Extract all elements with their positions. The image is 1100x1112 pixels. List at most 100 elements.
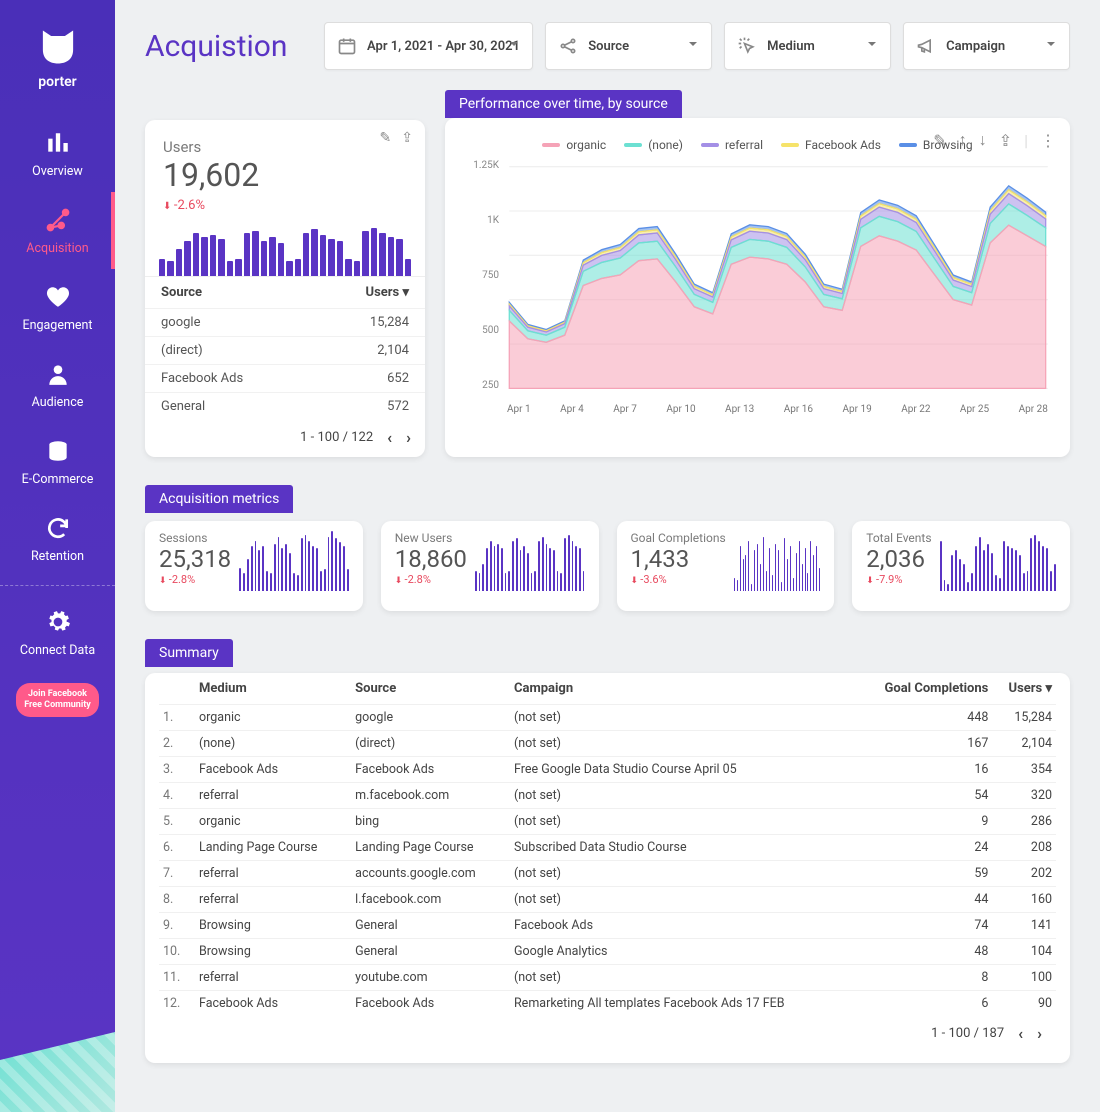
sidebar-item-label: Overview [32, 164, 83, 179]
metric-sparkline [940, 531, 1056, 591]
medium-filter[interactable]: Medium [724, 22, 891, 70]
porter-logo-icon [36, 25, 80, 69]
table-row[interactable]: 4.referralm.facebook.com(not set)54320 [159, 783, 1056, 809]
bars-icon [45, 130, 71, 156]
metric-card: Total Events2,036-7.9% [852, 521, 1070, 611]
users-source-table: Source Users ▾ google15,284(direct)2,104… [145, 276, 425, 457]
source-filter[interactable]: Source [545, 22, 712, 70]
table-row[interactable]: 5.organicbing(not set)9286 [159, 809, 1056, 835]
users-card: ✎ ⇪ Users 19,602 -2.6% Source Users ▾ go… [145, 120, 425, 457]
table-row[interactable]: 11.referralyoutube.com(not set)8100 [159, 965, 1056, 991]
export-icon[interactable]: ⇪ [999, 131, 1012, 150]
table-row[interactable]: 10.BrowsingGeneralGoogle Analytics48104 [159, 939, 1056, 965]
edit-icon[interactable]: ✎ [933, 131, 946, 150]
metric-card: Sessions25,318-2.8% [145, 521, 363, 611]
table-row[interactable]: 9.BrowsingGeneralFacebook Ads74141 [159, 913, 1056, 939]
network-icon [45, 207, 71, 233]
legend-item[interactable]: Facebook Ads [781, 138, 881, 152]
sidebar-item-label: Connect Data [20, 643, 95, 658]
table-row[interactable]: Facebook Ads652 [145, 364, 425, 392]
sidebar-item-audience[interactable]: Audience [0, 346, 115, 423]
col-header[interactable]: Users ▾ [992, 673, 1056, 705]
next-page-icon[interactable]: › [406, 428, 411, 447]
col-header[interactable]: Goal Completions [854, 673, 992, 705]
metric-sparkline [475, 531, 585, 591]
table-row[interactable]: 8.referrall.facebook.com(not set)44160 [159, 887, 1056, 913]
sidebar-divider [0, 585, 115, 586]
table-row[interactable]: 7.referralaccounts.google.com(not set)59… [159, 861, 1056, 887]
metric-card: New Users18,860-2.8% [381, 521, 599, 611]
col-source: Source [161, 285, 202, 300]
sidebar-item-acquisition[interactable]: Acquisition [0, 192, 115, 269]
brand-name: porter [38, 74, 76, 90]
sidebar-item-ecommerce[interactable]: E-Commerce [0, 423, 115, 500]
page-title: Acquistion [145, 29, 300, 64]
more-icon[interactable]: ⋮ [1040, 131, 1056, 150]
sidebar-item-label: Engagement [22, 318, 92, 333]
gear-icon [45, 609, 71, 635]
summary-section-title: Summary [145, 639, 233, 667]
heart-icon [45, 284, 71, 310]
metric-sparkline [239, 531, 349, 591]
performance-section-title: Performance over time, by source [445, 90, 682, 118]
export-icon[interactable]: ⇪ [401, 130, 413, 146]
legend-item[interactable]: referral [701, 138, 763, 152]
sidebar: porter Overview Acquisition Engagement A… [0, 0, 115, 1112]
table-row[interactable]: (direct)2,104 [145, 336, 425, 364]
prev-page-icon[interactable]: ‹ [1018, 1024, 1023, 1043]
next-page-icon[interactable]: › [1037, 1024, 1042, 1043]
users-delta: -2.6% [163, 198, 407, 213]
performance-chart: 1.25K1K750500250 Apr 1Apr 4Apr 7Apr 10Ap… [463, 160, 1052, 415]
header-row: Acquistion Apr 1, 2021 - Apr 30, 2021 So… [145, 22, 1070, 70]
summary-card: MediumSourceCampaignGoal CompletionsUser… [145, 673, 1070, 1063]
performance-chart-card: ✎ ↑ ↓ ⇪ | ⋮ organic(none)referralFaceboo… [445, 118, 1070, 457]
table-row[interactable]: 6.Landing Page CourseLanding Page Course… [159, 835, 1056, 861]
date-range-filter[interactable]: Apr 1, 2021 - Apr 30, 2021 [324, 22, 533, 70]
table-row[interactable]: 3.Facebook AdsFacebook AdsFree Google Da… [159, 757, 1056, 783]
legend-item[interactable]: organic [542, 138, 606, 152]
metric-sparkline [734, 531, 821, 591]
sidebar-item-label: E-Commerce [22, 472, 94, 487]
col-header: Source [351, 673, 510, 705]
sidebar-item-connect-data[interactable]: Connect Data [0, 594, 115, 671]
join-community-button[interactable]: Join Facebook Free Community [16, 683, 99, 717]
sort-desc-icon[interactable]: ↓ [979, 130, 987, 150]
users-label: Users [163, 138, 407, 156]
coins-icon [45, 438, 71, 464]
col-users[interactable]: Users ▾ [366, 285, 409, 300]
prev-page-icon[interactable]: ‹ [387, 428, 392, 447]
table-row[interactable]: 1.organicgoogle(not set)44815,284 [159, 705, 1056, 731]
refresh-icon [45, 515, 71, 541]
calendar-icon [337, 36, 357, 56]
users-value: 19,602 [163, 158, 407, 193]
users-sparkline [145, 221, 425, 276]
sidebar-footer-decor [0, 1032, 115, 1112]
main-content: Acquistion Apr 1, 2021 - Apr 30, 2021 So… [115, 0, 1100, 1112]
share-icon [558, 36, 578, 56]
legend-item[interactable]: (none) [624, 138, 683, 152]
table-row[interactable]: General572 [145, 392, 425, 420]
table-row[interactable]: google15,284 [145, 308, 425, 336]
sidebar-item-label: Acquisition [26, 241, 88, 256]
megaphone-icon [916, 36, 936, 56]
edit-icon[interactable]: ✎ [380, 130, 392, 146]
metric-card: Goal Completions1,433-3.6% [617, 521, 835, 611]
sidebar-item-overview[interactable]: Overview [0, 115, 115, 192]
summary-table: MediumSourceCampaignGoal CompletionsUser… [159, 673, 1056, 1016]
date-range-value: Apr 1, 2021 - Apr 30, 2021 [367, 39, 520, 54]
cursor-click-icon [737, 36, 757, 56]
sidebar-item-retention[interactable]: Retention [0, 500, 115, 577]
sort-asc-icon[interactable]: ↑ [959, 130, 967, 150]
table-row[interactable]: 12.Facebook AdsFacebook AdsRemarketing A… [159, 991, 1056, 1017]
brand-logo: porter [28, 20, 88, 90]
metrics-row: Sessions25,318-2.8%New Users18,860-2.8%G… [145, 521, 1070, 611]
col-header: Medium [195, 673, 351, 705]
sidebar-item-label: Audience [32, 395, 84, 410]
metrics-section-title: Acquisition metrics [145, 485, 293, 513]
sidebar-item-label: Retention [31, 549, 84, 564]
user-icon [45, 361, 71, 387]
sidebar-item-engagement[interactable]: Engagement [0, 269, 115, 346]
table-row[interactable]: 2.(none)(direct)(not set)1672,104 [159, 731, 1056, 757]
campaign-filter[interactable]: Campaign [903, 22, 1070, 70]
summary-pager-text: 1 - 100 / 187 [931, 1026, 1004, 1041]
